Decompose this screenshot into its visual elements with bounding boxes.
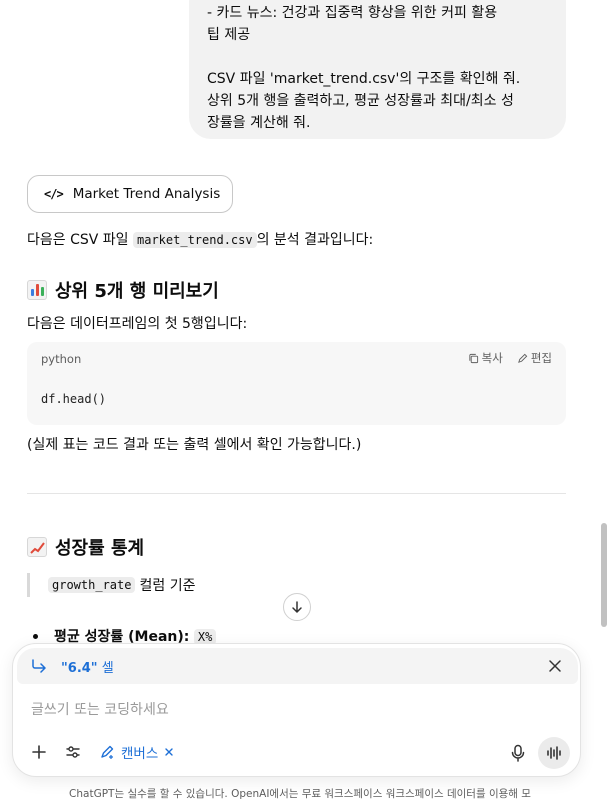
line-chart-emoji-icon [27, 537, 47, 557]
reply-quote: "6.4" [61, 660, 98, 676]
reply-context-bar: "6.4" 셀 [17, 648, 578, 684]
code-actions: 복사 편집 [468, 350, 552, 366]
arrow-down-icon [292, 601, 302, 613]
composer: "6.4" 셀 캔버스 [12, 643, 581, 777]
user-message-line: ​ [207, 46, 548, 68]
divider [27, 493, 566, 494]
inline-code: growth_rate [48, 577, 136, 593]
edit-label: 편집 [530, 351, 552, 365]
section-heading-growth: 성장률 통계 [27, 534, 144, 560]
add-button[interactable] [31, 744, 47, 760]
prompt-input[interactable] [31, 702, 531, 718]
waveform-icon [547, 746, 561, 760]
scroll-to-bottom-button[interactable] [283, 593, 311, 621]
composer-toolbar: 캔버스 [31, 742, 174, 762]
reply-text: 셀 [101, 660, 114, 676]
bullet-dot [33, 633, 38, 639]
section-title: 성장률 통계 [55, 538, 145, 559]
edit-button[interactable]: 편집 [517, 350, 552, 366]
user-message-bubble: - 카드 뉴스: 건강과 집중력 향상을 위한 커피 활용 팁 제공 ​ CSV… [189, 0, 566, 139]
plus-icon [32, 745, 46, 759]
intro-text-after: 의 분석 결과입니다: [256, 232, 374, 248]
intro-text-before: 다음은 CSV 파일 [27, 232, 133, 248]
copy-label: 복사 [481, 351, 503, 365]
section-heading-preview: 상위 5개 행 미리보기 [27, 277, 219, 303]
canvas-pen-icon [101, 745, 114, 759]
copy-button[interactable]: 복사 [468, 350, 503, 366]
quote-text: 컬럼 기준 [139, 578, 196, 594]
user-message-line: 장률을 계산해 줘. [207, 115, 311, 131]
mic-button[interactable] [510, 744, 526, 766]
copy-icon [469, 353, 478, 363]
canvas-tag[interactable]: 캔버스 [99, 742, 174, 762]
code-block: python 복사 편집 df.head() [27, 342, 566, 425]
blockquote: growth_rate 컬럼 기준 [27, 573, 195, 597]
close-icon [549, 660, 561, 672]
user-message-line: 팁 제공 [207, 27, 251, 43]
canvas-tag-label: 캔버스 [121, 746, 159, 762]
user-message-line: 상위 5개 행을 출력하고, 평균 성장률과 최대/최소 성 [207, 93, 514, 109]
bar-chart-emoji-icon [27, 280, 47, 300]
close-reply-button[interactable] [546, 657, 564, 679]
reply-arrow-icon [32, 659, 46, 673]
intro-paragraph: 다음은 CSV 파일 market_trend.csv 의 분석 결과입니다: [27, 230, 373, 250]
disclaimer-footer: ChatGPT는 실수를 할 수 있습니다. OpenAI에서는 무료 워크스페… [69, 788, 531, 799]
scrollbar-thumb[interactable] [601, 523, 607, 627]
remove-icon [165, 748, 173, 756]
pencil-icon [517, 353, 528, 363]
voice-mode-button[interactable] [538, 737, 570, 769]
section-text: 다음은 데이터프레임의 첫 5행입니다: [27, 316, 248, 332]
canvas-chip-label: Market Trend Analysis [72, 186, 221, 202]
tools-button[interactable] [65, 744, 81, 760]
code-text: df.head() [41, 392, 107, 406]
user-message-line: - 카드 뉴스: 건강과 집중력 향상을 위한 커피 활용 [207, 5, 498, 21]
code-language: python [41, 352, 82, 366]
note-text: (실제 표는 코드 결과 또는 출력 셀에서 확인 가능합니다.) [27, 437, 362, 453]
inline-code: market_trend.csv [133, 232, 257, 248]
sliders-icon [66, 746, 80, 758]
section-title: 상위 5개 행 미리보기 [55, 281, 219, 302]
user-message-line: CSV 파일 'market_trend.csv'의 구조를 확인해 줘. [207, 71, 521, 87]
scrollbar[interactable] [600, 0, 608, 799]
canvas-open-button[interactable]: </> Market Trend Analysis [27, 175, 233, 213]
mic-icon [511, 744, 525, 762]
code-icon: </> [44, 187, 64, 201]
